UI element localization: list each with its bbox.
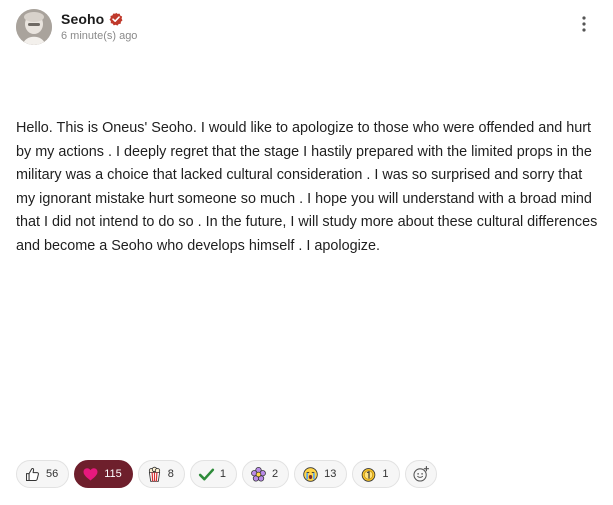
reaction-count: 1 xyxy=(219,468,227,480)
popcorn-icon xyxy=(148,466,160,482)
reaction-heart[interactable]: 115 xyxy=(74,460,133,488)
reaction-count: 115 xyxy=(104,468,122,480)
add-emoji-icon xyxy=(412,466,429,482)
reaction-check-mark[interactable]: 1 xyxy=(189,460,238,488)
reactions-bar: 56 115 8 1 2 13 1 xyxy=(16,460,437,488)
post-timestamp: 6 minute(s) ago xyxy=(61,30,138,42)
reaction-count: 1 xyxy=(382,468,389,480)
add-reaction-button[interactable] xyxy=(404,460,437,488)
reaction-count: 13 xyxy=(324,468,337,480)
avatar-image xyxy=(16,9,52,45)
author-row: Seoho xyxy=(61,10,123,28)
crying-face-icon xyxy=(303,466,318,482)
check-mark-icon xyxy=(198,468,215,480)
more-options-button[interactable] xyxy=(578,15,590,33)
reaction-flower[interactable]: 2 xyxy=(242,460,290,488)
reaction-count: 56 xyxy=(46,468,59,480)
reaction-medal[interactable]: 1 xyxy=(352,460,400,488)
reaction-count: 2 xyxy=(272,468,279,480)
reaction-crying-face[interactable]: 13 xyxy=(294,460,348,488)
thumbs-up-icon xyxy=(26,467,39,481)
author-name[interactable]: Seoho xyxy=(61,11,104,27)
reaction-count: 8 xyxy=(167,468,174,480)
avatar[interactable] xyxy=(16,9,52,45)
vertical-ellipsis-icon xyxy=(582,16,586,32)
flower-icon xyxy=(251,466,266,482)
post-header: Seoho 6 minute(s) ago xyxy=(16,9,596,45)
reaction-thumbs-up[interactable]: 56 xyxy=(16,460,70,488)
verified-badge-icon xyxy=(109,12,123,26)
reaction-popcorn[interactable]: 8 xyxy=(137,460,185,488)
post-body: Hello. This is Oneus' Seoho. I would lik… xyxy=(16,120,598,254)
heart-icon xyxy=(83,467,98,480)
medal-icon xyxy=(362,467,376,482)
